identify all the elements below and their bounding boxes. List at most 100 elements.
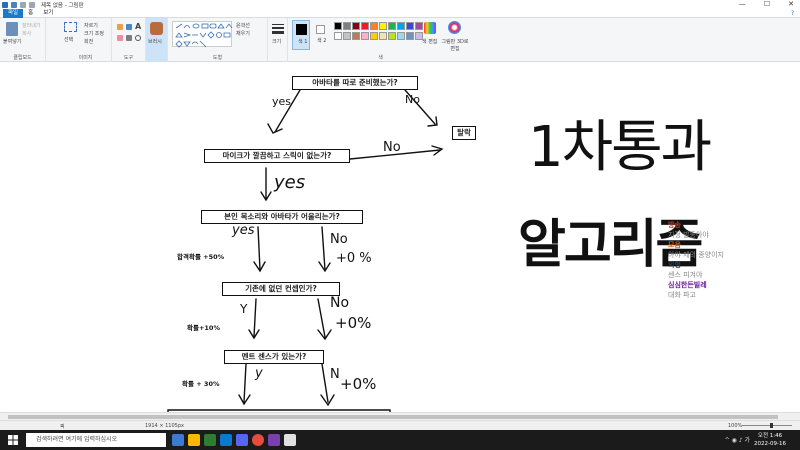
copy-button[interactable]: 복사	[22, 30, 31, 37]
yes-label-4: Y	[240, 302, 248, 316]
system-tray[interactable]: ^ ◉ ♪ 가	[725, 435, 750, 444]
image-group: 선택 자르기 크기 조정 회전 이미지	[60, 18, 112, 62]
clock-time: 오전 1:46	[757, 433, 783, 439]
color-picker-icon[interactable]	[126, 35, 132, 41]
help-icon[interactable]: ?	[791, 10, 794, 17]
shapes-gallery[interactable]	[172, 21, 233, 48]
quick-access-toolbar	[2, 1, 35, 8]
select-icon[interactable]	[64, 22, 77, 32]
palette-swatch[interactable]	[334, 32, 342, 40]
arrowhead-q1-yes	[267, 123, 283, 134]
paste-icon[interactable]	[6, 22, 18, 36]
vscode-icon[interactable]	[220, 434, 232, 446]
no-label-3: No	[330, 232, 348, 247]
horizontal-scrollbar[interactable]	[0, 412, 800, 420]
brushes-button[interactable]: 브러시	[146, 18, 168, 62]
palette-swatch[interactable]	[343, 32, 351, 40]
shapes-group: 윤곽선 채우기 도형	[168, 18, 268, 62]
palette-swatch[interactable]	[388, 22, 396, 30]
redo-icon[interactable]	[29, 1, 35, 8]
zoom-slider[interactable]	[742, 423, 792, 428]
eraser-icon[interactable]	[117, 35, 123, 41]
arrow-q3-no	[321, 226, 326, 271]
taskbar-clock[interactable]: 오전 1:46 2022-09-16	[754, 432, 786, 448]
resize-button[interactable]: 크기 조정	[84, 30, 104, 37]
edit-colors-button[interactable]: 색 편집	[422, 38, 437, 45]
palette-swatch[interactable]	[352, 22, 360, 30]
windows-start-icon[interactable]	[8, 435, 18, 445]
crop-button[interactable]: 자르기	[84, 22, 98, 29]
size-button[interactable]: 크기	[268, 18, 288, 62]
yes-label-3: yes	[232, 223, 255, 238]
arrow-q5-yes	[243, 363, 247, 403]
select-button[interactable]: 선택	[64, 36, 73, 43]
cut-button[interactable]: 잘라내기	[22, 22, 40, 29]
color2-button[interactable]: 색 2	[312, 20, 330, 50]
overlay-list-item: 지정 발등아야	[668, 231, 709, 239]
yes-label-2: yes	[274, 172, 306, 193]
color1-swatch	[296, 24, 307, 35]
shapes-gallery-icons	[175, 23, 233, 48]
magnifier-icon[interactable]	[135, 35, 141, 41]
palette-swatch[interactable]	[415, 22, 423, 30]
palette-swatch[interactable]	[334, 22, 342, 30]
palette-swatch[interactable]	[361, 22, 369, 30]
palette-swatch[interactable]	[352, 32, 360, 40]
save-icon[interactable]	[11, 1, 17, 8]
clipboard-group-label: 클립보드	[13, 55, 32, 61]
drawing-canvas[interactable]: 아바타를 따로 준비했는가? 탈락 마이크가 깔끔하고 스릭이 없는가? 본인 …	[0, 62, 800, 412]
question-4-box: 기존에 없던 컨셉인가?	[222, 282, 340, 296]
ribbon: 붙여넣기 잘라내기 복사 클립보드 선택 자르기 크기 조정 회전 이미지 A …	[0, 18, 800, 62]
tab-file[interactable]: 파일	[3, 8, 24, 18]
handwriting-first-pass: 1차통과	[528, 115, 712, 180]
task-view-icon[interactable]	[172, 434, 184, 446]
maximize-button[interactable]: ☐	[764, 0, 770, 8]
tab-home[interactable]: 홈	[23, 9, 38, 18]
brush-icon	[150, 22, 163, 35]
file-explorer-icon[interactable]	[188, 434, 200, 446]
overlay-list-item: 모음	[668, 241, 681, 249]
minecraft-icon[interactable]	[204, 434, 216, 446]
fill-icon[interactable]	[126, 24, 132, 30]
rotate-button[interactable]: 회전	[84, 38, 93, 45]
overlay-list-item: 방송	[668, 221, 681, 229]
paste-button[interactable]: 붙여넣기	[3, 38, 21, 45]
tools-group-label: 도구	[123, 55, 134, 61]
fill-button[interactable]: 채우기	[236, 30, 250, 37]
minimize-button[interactable]: —	[739, 0, 746, 8]
app-icon[interactable]	[268, 434, 280, 446]
palette-swatch[interactable]	[397, 32, 405, 40]
edit-colors-icon[interactable]	[424, 22, 436, 34]
palette-swatch[interactable]	[370, 22, 378, 30]
pencil-icon[interactable]	[117, 24, 123, 30]
paint3d-button[interactable]: 그림판 3D로 편집	[440, 38, 470, 52]
text-icon[interactable]: A	[135, 22, 141, 31]
color1-button[interactable]: 색 1	[292, 20, 310, 50]
palette-swatch[interactable]	[379, 22, 387, 30]
scrollbar-thumb[interactable]	[8, 415, 778, 419]
outline-button[interactable]: 윤곽선	[236, 22, 250, 29]
tab-view[interactable]: 보기	[38, 9, 58, 18]
zoom-slider-thumb[interactable]	[770, 423, 773, 428]
palette-swatch[interactable]	[388, 32, 396, 40]
palette-swatch[interactable]	[361, 32, 369, 40]
note-5: 확률 + 30%	[182, 380, 220, 388]
close-button[interactable]: ✕	[788, 0, 794, 8]
paint-taskbar-icon[interactable]	[284, 434, 296, 446]
note-4: 확률+10%	[187, 324, 220, 332]
taskbar-search-input[interactable]: 검색하려면 여기에 입력하십시오	[26, 433, 166, 447]
palette-swatch[interactable]	[379, 32, 387, 40]
image-size: 1914 × 1105px	[145, 423, 184, 429]
palette-swatch[interactable]	[397, 22, 405, 30]
no-label-1: No	[405, 93, 420, 106]
paint3d-icon[interactable]	[448, 21, 461, 34]
palette-swatch[interactable]	[406, 32, 414, 40]
question-3-box: 본인 목소리와 아바타가 어울리는가?	[201, 210, 363, 224]
chrome-icon[interactable]	[252, 434, 264, 446]
discord-icon[interactable]	[236, 434, 248, 446]
undo-icon[interactable]	[20, 1, 26, 8]
palette-swatch[interactable]	[343, 22, 351, 30]
question-5-box: 멘트 센스가 있는가?	[224, 350, 324, 364]
palette-swatch[interactable]	[370, 32, 378, 40]
palette-swatch[interactable]	[406, 22, 414, 30]
